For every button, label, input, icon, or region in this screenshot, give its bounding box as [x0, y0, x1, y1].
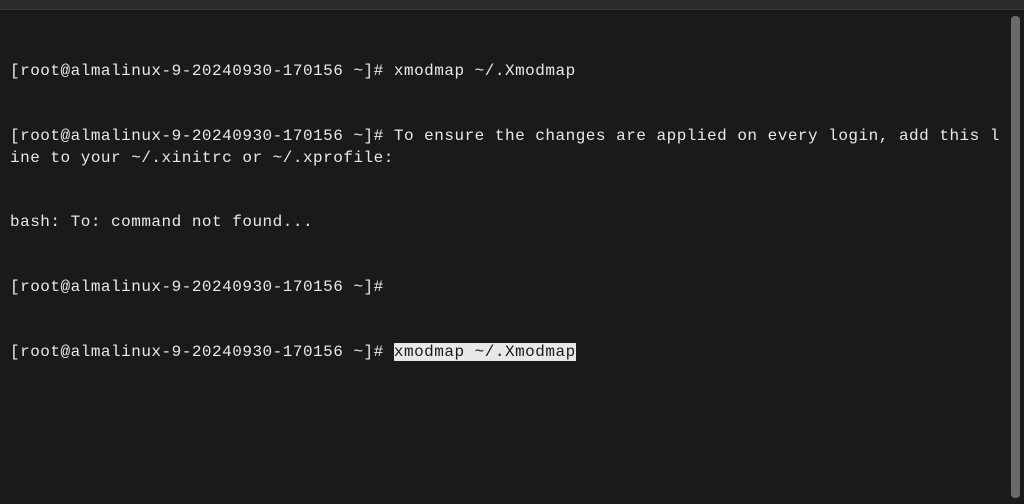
window-titlebar: [0, 0, 1024, 10]
shell-prompt: [root@almalinux-9-20240930-170156 ~]#: [10, 127, 394, 145]
terminal-line: [root@almalinux-9-20240930-170156 ~]# xm…: [10, 61, 1005, 83]
scrollbar-thumb[interactable]: [1011, 16, 1020, 498]
shell-prompt: [root@almalinux-9-20240930-170156 ~]#: [10, 278, 394, 296]
terminal-line: [root@almalinux-9-20240930-170156 ~]#: [10, 277, 1005, 299]
terminal-line: [root@almalinux-9-20240930-170156 ~]# To…: [10, 126, 1005, 169]
scrollbar-vertical[interactable]: [1011, 16, 1020, 498]
terminal-wrapper: [root@almalinux-9-20240930-170156 ~]# xm…: [0, 10, 1024, 504]
terminal[interactable]: [root@almalinux-9-20240930-170156 ~]# xm…: [0, 10, 1011, 504]
shell-prompt: [root@almalinux-9-20240930-170156 ~]#: [10, 343, 394, 361]
command-text: xmodmap ~/.Xmodmap: [394, 62, 576, 80]
command-text-selected[interactable]: xmodmap ~/.Xmodmap: [394, 343, 576, 361]
shell-prompt: [root@almalinux-9-20240930-170156 ~]#: [10, 62, 394, 80]
terminal-line: [root@almalinux-9-20240930-170156 ~]# xm…: [10, 342, 1005, 364]
terminal-output: bash: To: command not found...: [10, 212, 1005, 234]
